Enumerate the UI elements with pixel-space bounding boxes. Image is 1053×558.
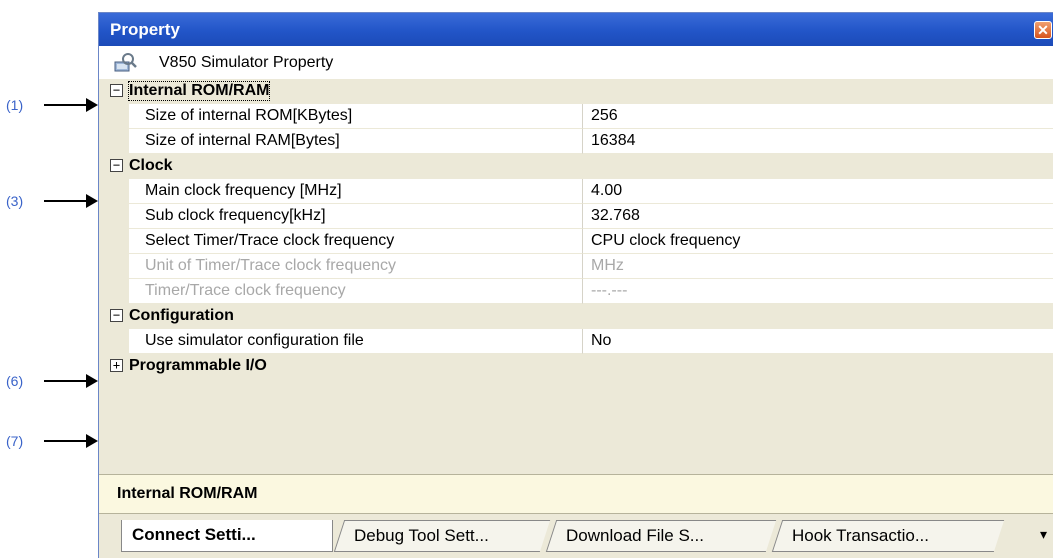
callout-1: (1) [0, 95, 104, 115]
property-row[interactable]: Main clock frequency [MHz] 4.00 [99, 179, 1053, 204]
tab-connect-settings[interactable]: Connect Setti... [121, 520, 333, 552]
category-label: Clock [129, 157, 173, 174]
callout-label: (3) [6, 193, 24, 209]
tab-hook-transaction-settings[interactable]: Hook Transactio... [771, 520, 1005, 552]
collapse-icon[interactable]: − [110, 84, 123, 97]
property-header: V850 Simulator Property [99, 46, 1053, 79]
property-grid: − Internal ROM/RAM Size of internal ROM[… [99, 79, 1053, 474]
arrow-right-icon [86, 98, 98, 112]
description-text: Internal ROM/RAM [117, 485, 258, 502]
property-key: Main clock frequency [MHz] [129, 179, 583, 204]
property-row-disabled: Unit of Timer/Trace clock frequency MHz [99, 254, 1053, 279]
callout-arrow-line [44, 380, 88, 382]
callout-6: (6) [0, 371, 104, 391]
property-row[interactable]: Size of internal ROM[KBytes] 256 [99, 104, 1053, 129]
property-key: Timer/Trace clock frequency [129, 279, 583, 304]
tab-label: Debug Tool Sett... [354, 526, 489, 545]
tab-label: Download File S... [566, 526, 704, 545]
tab-download-file-settings[interactable]: Download File S... [545, 520, 777, 552]
property-key: Sub clock frequency[kHz] [129, 204, 583, 229]
category-label: Programmable I/O [129, 357, 267, 374]
tab-strip: Connect Setti... Debug Tool Sett... Down… [99, 514, 1053, 558]
property-panel: Property ✕ V850 Simulator Property − Int… [98, 12, 1053, 558]
property-row[interactable]: Select Timer/Trace clock frequency CPU c… [99, 229, 1053, 254]
simulator-property-icon [114, 53, 137, 72]
collapse-icon[interactable]: − [110, 159, 123, 172]
property-row-disabled: Timer/Trace clock frequency ---.--- [99, 279, 1053, 304]
arrow-right-icon [86, 374, 98, 388]
callout-arrow-line [44, 104, 88, 106]
callout-label: (7) [6, 433, 24, 449]
grid-empty-area [99, 379, 1053, 474]
property-key: Size of internal ROM[KBytes] [129, 104, 583, 129]
description-bar: Internal ROM/RAM [99, 474, 1053, 514]
arrow-right-icon [86, 194, 98, 208]
property-value[interactable]: 4.00 [583, 179, 1053, 204]
property-row[interactable]: Sub clock frequency[kHz] 32.768 [99, 204, 1053, 229]
property-value: ---.--- [583, 279, 1053, 304]
panel-title: Property [110, 20, 180, 39]
property-value[interactable]: CPU clock frequency [583, 229, 1053, 254]
property-value[interactable]: 16384 [583, 129, 1053, 154]
callout-arrow-line [44, 440, 88, 442]
tab-debug-tool-settings[interactable]: Debug Tool Sett... [333, 520, 551, 552]
callout-7: (7) [0, 431, 104, 451]
property-row[interactable]: Use simulator configuration file No [99, 329, 1053, 354]
title-bar[interactable]: Property ✕ [99, 13, 1053, 46]
close-icon[interactable]: ✕ [1034, 21, 1052, 39]
tab-label: Hook Transactio... [792, 526, 930, 545]
property-value[interactable]: 32.768 [583, 204, 1053, 229]
tab-overflow-icon[interactable]: ▾ [1040, 526, 1047, 543]
property-value[interactable]: No [583, 329, 1053, 354]
callout-label: (6) [6, 373, 24, 389]
category-internal-rom-ram[interactable]: − Internal ROM/RAM [99, 79, 1053, 104]
category-label: Internal ROM/RAM [127, 81, 271, 101]
property-key: Size of internal RAM[Bytes] [129, 129, 583, 154]
property-value: MHz [583, 254, 1053, 279]
property-target-name: V850 Simulator Property [159, 54, 334, 71]
callout-label: (1) [6, 97, 24, 113]
category-programmable-io[interactable]: + Programmable I/O [99, 354, 1053, 379]
property-key: Unit of Timer/Trace clock frequency [129, 254, 583, 279]
category-clock[interactable]: − Clock [99, 154, 1053, 179]
tab-label: Connect Setti... [132, 525, 256, 544]
category-label: Configuration [129, 307, 234, 324]
category-configuration[interactable]: − Configuration [99, 304, 1053, 329]
property-key: Use simulator configuration file [129, 329, 583, 354]
callout-arrow-line [44, 200, 88, 202]
callout-3: (3) [0, 191, 104, 211]
collapse-icon[interactable]: − [110, 309, 123, 322]
expand-icon[interactable]: + [110, 359, 123, 372]
arrow-right-icon [86, 434, 98, 448]
property-row[interactable]: Size of internal RAM[Bytes] 16384 [99, 129, 1053, 154]
property-value[interactable]: 256 [583, 104, 1053, 129]
property-key: Select Timer/Trace clock frequency [129, 229, 583, 254]
